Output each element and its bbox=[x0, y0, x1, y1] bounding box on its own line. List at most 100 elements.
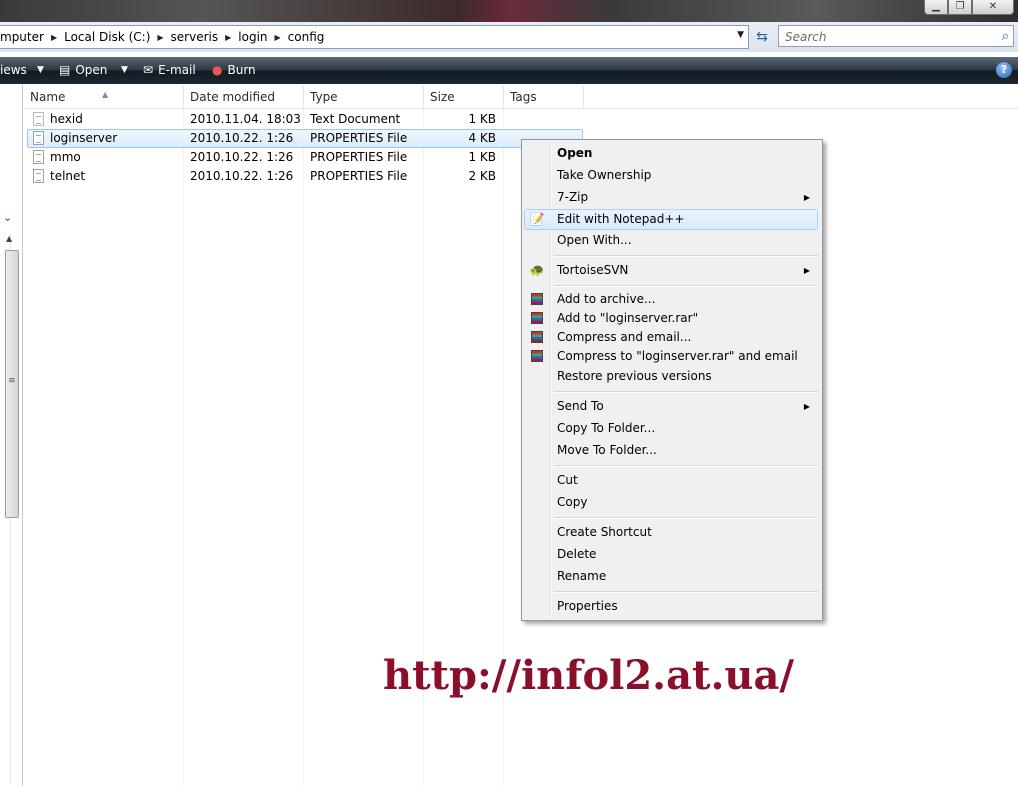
menu-item-compress-email[interactable]: Compress and email... bbox=[524, 327, 818, 348]
menu-item-send-to[interactable]: Send To ▶ bbox=[524, 396, 818, 417]
menu-item-label: Take Ownership bbox=[557, 168, 652, 182]
menu-item-label: 7-Zip bbox=[557, 190, 589, 204]
submenu-arrow-icon: ▶ bbox=[803, 402, 810, 411]
sort-ascending-icon: ▲ bbox=[102, 90, 109, 99]
menu-separator bbox=[554, 255, 818, 257]
email-button[interactable]: ✉ E-mail bbox=[143, 57, 196, 84]
menu-item-label: Copy To Folder... bbox=[557, 421, 656, 435]
menu-item-open-with[interactable]: Open With... bbox=[524, 230, 818, 251]
notepad-icon: 📝 bbox=[529, 212, 545, 226]
file-name: loginserver bbox=[50, 131, 118, 145]
menu-item-compress-rar-email[interactable]: Compress to "loginserver.rar" and email bbox=[524, 346, 818, 367]
open-button[interactable]: ▤ Open bbox=[59, 57, 107, 84]
menu-item-label: TortoiseSVN bbox=[557, 263, 629, 277]
menu-item-open[interactable]: Open bbox=[524, 143, 818, 164]
file-type: PROPERTIES File bbox=[310, 131, 408, 145]
menu-item-create-shortcut[interactable]: Create Shortcut bbox=[524, 522, 818, 543]
search-icon[interactable]: ⌕ bbox=[1002, 26, 1009, 48]
chevron-down-icon[interactable]: ⌄ bbox=[3, 211, 12, 224]
address-dropdown-icon[interactable]: ▼ bbox=[737, 30, 744, 40]
column-header-name[interactable]: Name ▲ bbox=[24, 86, 184, 108]
context-menu: Open Take Ownership 7-Zip ▶ 📝 Edit with No… bbox=[521, 139, 823, 621]
file-row[interactable]: telnet 2010.10.22. 1:26 PROPERTIES File … bbox=[27, 167, 583, 186]
menu-item-copy-to-folder[interactable]: Copy To Folder... bbox=[524, 418, 818, 439]
menu-item-restore-versions[interactable]: Restore previous versions bbox=[524, 366, 818, 387]
disc-icon: ● bbox=[212, 63, 223, 77]
menu-item-label: Move To Folder... bbox=[557, 443, 657, 457]
nav-scrollbar[interactable]: ▲ ≡ bbox=[4, 234, 19, 784]
file-date: 2010.10.22. 1:26 bbox=[190, 150, 294, 164]
grip-icon: ≡ bbox=[8, 376, 16, 386]
tortoise-icon: 🐢 bbox=[529, 263, 545, 277]
burn-button[interactable]: ● Burn bbox=[212, 57, 256, 84]
column-header-type[interactable]: Type bbox=[304, 86, 424, 108]
menu-item-label: Add to "loginserver.rar" bbox=[557, 311, 699, 325]
menu-item-edit-notepadpp[interactable]: 📝 Edit with Notepad++ bbox=[524, 209, 818, 230]
crumb-login[interactable]: login bbox=[234, 30, 271, 44]
menu-item-rename[interactable]: Rename bbox=[524, 566, 818, 587]
file-row[interactable]: mmo 2010.10.22. 1:26 PROPERTIES File 1 K… bbox=[27, 148, 583, 167]
menu-item-7zip[interactable]: 7-Zip ▶ bbox=[524, 187, 818, 208]
breadcrumb[interactable]: mputer ▶ Local Disk (C:) ▶ serveris ▶ lo… bbox=[0, 25, 749, 49]
close-button[interactable]: ✕ bbox=[972, 0, 1014, 15]
chevron-right-icon[interactable]: ▶ bbox=[222, 33, 234, 42]
menu-item-label: Edit with Notepad++ bbox=[557, 212, 685, 226]
scroll-thumb[interactable]: ≡ bbox=[5, 250, 19, 518]
crumb-computer[interactable]: mputer bbox=[0, 30, 48, 44]
search-placeholder: Search bbox=[785, 30, 827, 44]
file-size: 1 KB bbox=[468, 150, 496, 164]
crumb-serveris[interactable]: serveris bbox=[167, 30, 223, 44]
menu-item-label: Delete bbox=[557, 547, 597, 561]
menu-item-move-to-folder[interactable]: Move To Folder... bbox=[524, 440, 818, 461]
minimize-button[interactable]: ▁ bbox=[924, 0, 948, 15]
menu-item-label: Cut bbox=[557, 473, 578, 487]
file-row[interactable]: hexid 2010.11.04. 18:03 Text Document 1 … bbox=[27, 110, 583, 129]
column-divider bbox=[183, 108, 184, 786]
menu-item-label: Open bbox=[557, 146, 593, 160]
menu-item-add-to-rar[interactable]: Add to "loginserver.rar" bbox=[524, 308, 818, 329]
menu-item-label: Restore previous versions bbox=[557, 369, 712, 383]
address-row: mputer ▶ Local Disk (C:) ▶ serveris ▶ lo… bbox=[0, 22, 1018, 74]
window-controls: ▁ ❐ ✕ bbox=[924, 0, 1014, 16]
file-type: Text Document bbox=[310, 112, 401, 126]
text-file-icon bbox=[33, 112, 44, 126]
menu-item-cut[interactable]: Cut bbox=[524, 470, 818, 491]
maximize-button[interactable]: ❐ bbox=[948, 0, 972, 15]
menu-item-copy[interactable]: Copy bbox=[524, 492, 818, 513]
menu-separator bbox=[554, 591, 818, 593]
watermark-text: http://infol2.at.ua/ bbox=[383, 652, 795, 699]
crumb-config[interactable]: config bbox=[284, 30, 329, 44]
crumb-local-disk[interactable]: Local Disk (C:) bbox=[60, 30, 154, 44]
winrar-icon bbox=[531, 331, 543, 343]
column-header-date[interactable]: Date modified bbox=[184, 86, 304, 108]
column-header-label: Date modified bbox=[190, 90, 276, 104]
menu-item-label: Send To bbox=[557, 399, 604, 413]
menu-item-delete[interactable]: Delete bbox=[524, 544, 818, 565]
column-header-size[interactable]: Size bbox=[424, 86, 504, 108]
chevron-right-icon[interactable]: ▶ bbox=[272, 33, 284, 42]
file-size: 4 KB bbox=[468, 131, 496, 145]
scroll-up-icon[interactable]: ▲ bbox=[6, 234, 12, 243]
properties-file-icon bbox=[33, 131, 44, 145]
chevron-right-icon[interactable]: ▶ bbox=[154, 33, 166, 42]
menu-separator bbox=[554, 285, 818, 287]
menu-item-add-to-archive[interactable]: Add to archive... bbox=[524, 289, 818, 310]
search-input[interactable]: Search ⌕ bbox=[778, 25, 1014, 47]
menu-item-tortoisesvn[interactable]: 🐢 TortoiseSVN ▶ bbox=[524, 260, 818, 281]
refresh-icon[interactable]: ⇆ bbox=[752, 27, 772, 47]
help-icon[interactable]: ? bbox=[996, 62, 1012, 78]
chevron-right-icon[interactable]: ▶ bbox=[48, 33, 60, 42]
submenu-arrow-icon: ▶ bbox=[803, 266, 810, 275]
column-header-tags[interactable]: Tags bbox=[504, 86, 584, 108]
file-row-selected[interactable]: loginserver 2010.10.22. 1:26 PROPERTIES … bbox=[27, 129, 583, 148]
menu-item-label: Rename bbox=[557, 569, 607, 583]
menu-item-properties[interactable]: Properties bbox=[524, 596, 818, 617]
views-dropdown-icon[interactable]: ▼ bbox=[37, 57, 44, 84]
views-button[interactable]: iews bbox=[0, 57, 27, 84]
column-header-label: Size bbox=[430, 90, 455, 104]
menu-item-label: Copy bbox=[557, 495, 588, 509]
menu-item-take-ownership[interactable]: Take Ownership bbox=[524, 165, 818, 186]
views-label: iews bbox=[0, 63, 27, 77]
open-dropdown-icon[interactable]: ▼ bbox=[121, 57, 128, 84]
menu-item-label: Compress and email... bbox=[557, 330, 692, 344]
